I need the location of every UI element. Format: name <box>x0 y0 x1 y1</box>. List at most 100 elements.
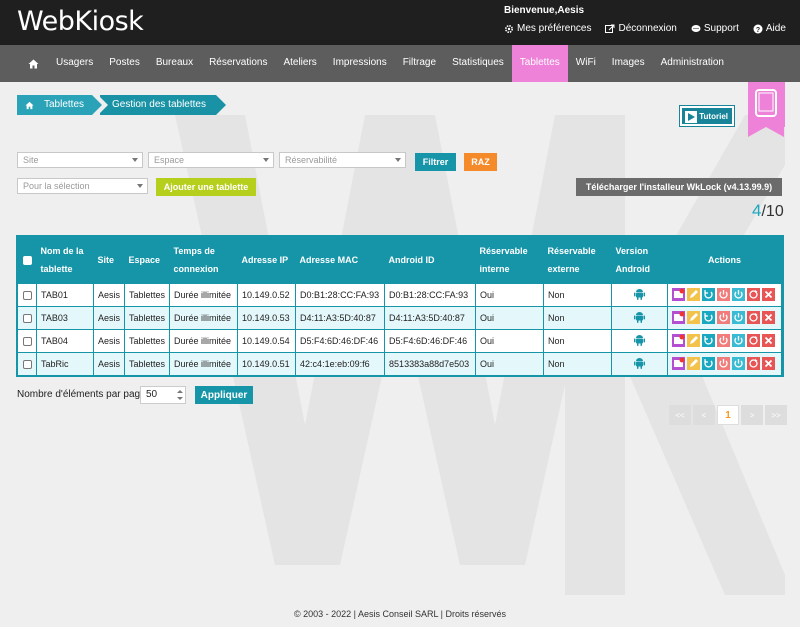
restart-icon[interactable] <box>702 357 716 371</box>
nav-ateliers[interactable]: Ateliers <box>275 45 324 82</box>
nav-administration[interactable]: Administration <box>653 45 732 82</box>
table-row[interactable]: TAB03 Aesis Tablettes Durée illimitée 10.149… <box>18 305 782 329</box>
nav-impressions[interactable]: Impressions <box>325 45 395 82</box>
bulk-action-select[interactable]: Pour la sélection <box>17 178 148 194</box>
nav-filtrage[interactable]: Filtrage <box>395 45 444 82</box>
pagination: << < 1 > >> <box>669 405 787 425</box>
header-temps[interactable]: Temps de connexion <box>170 237 238 283</box>
header-ip[interactable]: Adresse IP <box>238 237 296 283</box>
power-on-icon[interactable] <box>732 357 746 371</box>
restart-icon[interactable] <box>702 334 716 347</box>
android-icon <box>634 334 646 348</box>
header-name[interactable]: Nom de la tablette <box>37 237 94 283</box>
table-row[interactable]: TabRic Aesis Tablettes Durée illimitée 10.14… <box>18 351 782 375</box>
restart-icon[interactable] <box>702 311 716 324</box>
add-tablet-button[interactable]: Ajouter une tablette <box>156 178 256 196</box>
site-select[interactable]: Site <box>17 152 143 168</box>
cell-temps: Durée illimitée <box>169 282 239 306</box>
refresh-icon[interactable] <box>747 288 761 301</box>
row-checkbox[interactable] <box>23 359 32 369</box>
power-on-icon[interactable] <box>732 288 746 301</box>
reservation-icon[interactable] <box>672 311 686 324</box>
prev-page-button[interactable]: < <box>693 405 715 425</box>
reservation-icon[interactable] <box>672 357 686 371</box>
refresh-icon[interactable] <box>747 311 761 324</box>
nav-usagers[interactable]: Usagers <box>48 45 101 82</box>
download-installer-button[interactable]: Télécharger l'installeur WkLock (v4.13.9… <box>576 178 782 196</box>
tutorial-button[interactable]: Tutoriel <box>680 106 734 126</box>
apply-button[interactable]: Appliquer <box>195 386 253 404</box>
nav-postes[interactable]: Postes <box>101 45 148 82</box>
header-android-id[interactable]: Android ID <box>385 237 476 283</box>
espace-select[interactable]: Espace <box>148 152 274 168</box>
support-link[interactable]: Support <box>691 23 739 34</box>
nav-wifi[interactable]: WiFi <box>568 45 604 82</box>
refresh-icon[interactable] <box>747 357 761 371</box>
cell-actions <box>667 305 782 329</box>
cell-version <box>611 351 669 375</box>
cell-espace: Tablettes <box>124 282 171 306</box>
header-version[interactable]: Version Android <box>612 237 668 283</box>
preferences-link[interactable]: Mes préférences <box>504 23 591 34</box>
tablet-counter: 4/10 <box>752 201 784 221</box>
filter-button[interactable]: Filtrer <box>415 153 456 171</box>
row-checkbox[interactable] <box>23 290 32 300</box>
cell-ip: 10.149.0.51 <box>237 351 297 375</box>
breadcrumb-gestion[interactable]: Gestion des tablettes <box>98 95 226 115</box>
reservation-icon[interactable] <box>672 334 686 347</box>
power-on-icon[interactable] <box>732 311 746 324</box>
power-off-icon[interactable] <box>717 288 731 301</box>
delete-icon[interactable] <box>762 311 776 324</box>
header-site[interactable]: Site <box>94 237 125 283</box>
header-espace[interactable]: Espace <box>125 237 170 283</box>
nav-home[interactable] <box>19 45 48 82</box>
row-checkbox[interactable] <box>23 336 32 346</box>
header-mac[interactable]: Adresse MAC <box>296 237 385 283</box>
edit-icon[interactable] <box>687 334 701 347</box>
spinner-arrows-icon[interactable] <box>176 388 184 402</box>
power-off-icon[interactable] <box>717 334 731 347</box>
restart-icon[interactable] <box>702 288 716 301</box>
next-page-button[interactable]: > <box>741 405 763 425</box>
reservabilite-select[interactable]: Réservabilité <box>279 152 406 168</box>
delete-icon[interactable] <box>762 334 776 347</box>
breadcrumb-tablettes[interactable]: Tablettes <box>17 95 103 115</box>
perpage-input[interactable]: 50 <box>140 386 186 404</box>
current-page[interactable]: 1 <box>717 405 739 425</box>
last-page-button[interactable]: >> <box>765 405 787 425</box>
header-res-int[interactable]: Réservable interne <box>476 237 544 283</box>
edit-icon[interactable] <box>687 357 701 371</box>
edit-icon[interactable] <box>687 288 701 301</box>
perpage-value: 50 <box>146 389 158 400</box>
table-row[interactable]: TAB01 Aesis Tablettes Durée illimitée 10.149… <box>18 282 782 306</box>
logout-link[interactable]: Déconnexion <box>605 23 677 34</box>
nav-reservations[interactable]: Réservations <box>201 45 275 82</box>
first-page-button[interactable]: << <box>669 405 691 425</box>
power-on-icon[interactable] <box>732 334 746 347</box>
cell-res-int: Oui <box>475 282 545 306</box>
cell-espace: Tablettes <box>124 351 171 375</box>
app-logo[interactable]: WebKiosk <box>17 6 144 37</box>
cell-version <box>611 282 669 306</box>
reset-button[interactable]: RAZ <box>464 153 497 171</box>
delete-icon[interactable] <box>762 357 776 371</box>
nav-statistiques[interactable]: Statistiques <box>444 45 512 82</box>
nav-tablettes[interactable]: Tablettes <box>511 45 568 82</box>
nav-images[interactable]: Images <box>604 45 653 82</box>
reservation-icon[interactable] <box>672 288 686 301</box>
delete-icon[interactable] <box>762 288 776 301</box>
cell-res-ext: Non <box>543 305 613 329</box>
table-row[interactable]: TAB04 Aesis Tablettes Durée illimitée 10.149… <box>18 328 782 352</box>
footer: © 2003 - 2022 | Aesis Conseil SARL | Dro… <box>293 609 507 619</box>
row-checkbox[interactable] <box>23 313 32 323</box>
edit-icon[interactable] <box>687 311 701 324</box>
cell-espace: Tablettes <box>124 305 171 329</box>
nav-bureaux[interactable]: Bureaux <box>148 45 201 82</box>
power-off-icon[interactable] <box>717 311 731 324</box>
select-all-checkbox[interactable] <box>23 255 32 265</box>
refresh-icon[interactable] <box>747 334 761 347</box>
header-res-ext[interactable]: Réservable externe <box>544 237 612 283</box>
help-link[interactable]: ? Aide <box>753 23 786 34</box>
power-off-icon[interactable] <box>717 357 731 371</box>
row-select-cell <box>18 282 37 306</box>
